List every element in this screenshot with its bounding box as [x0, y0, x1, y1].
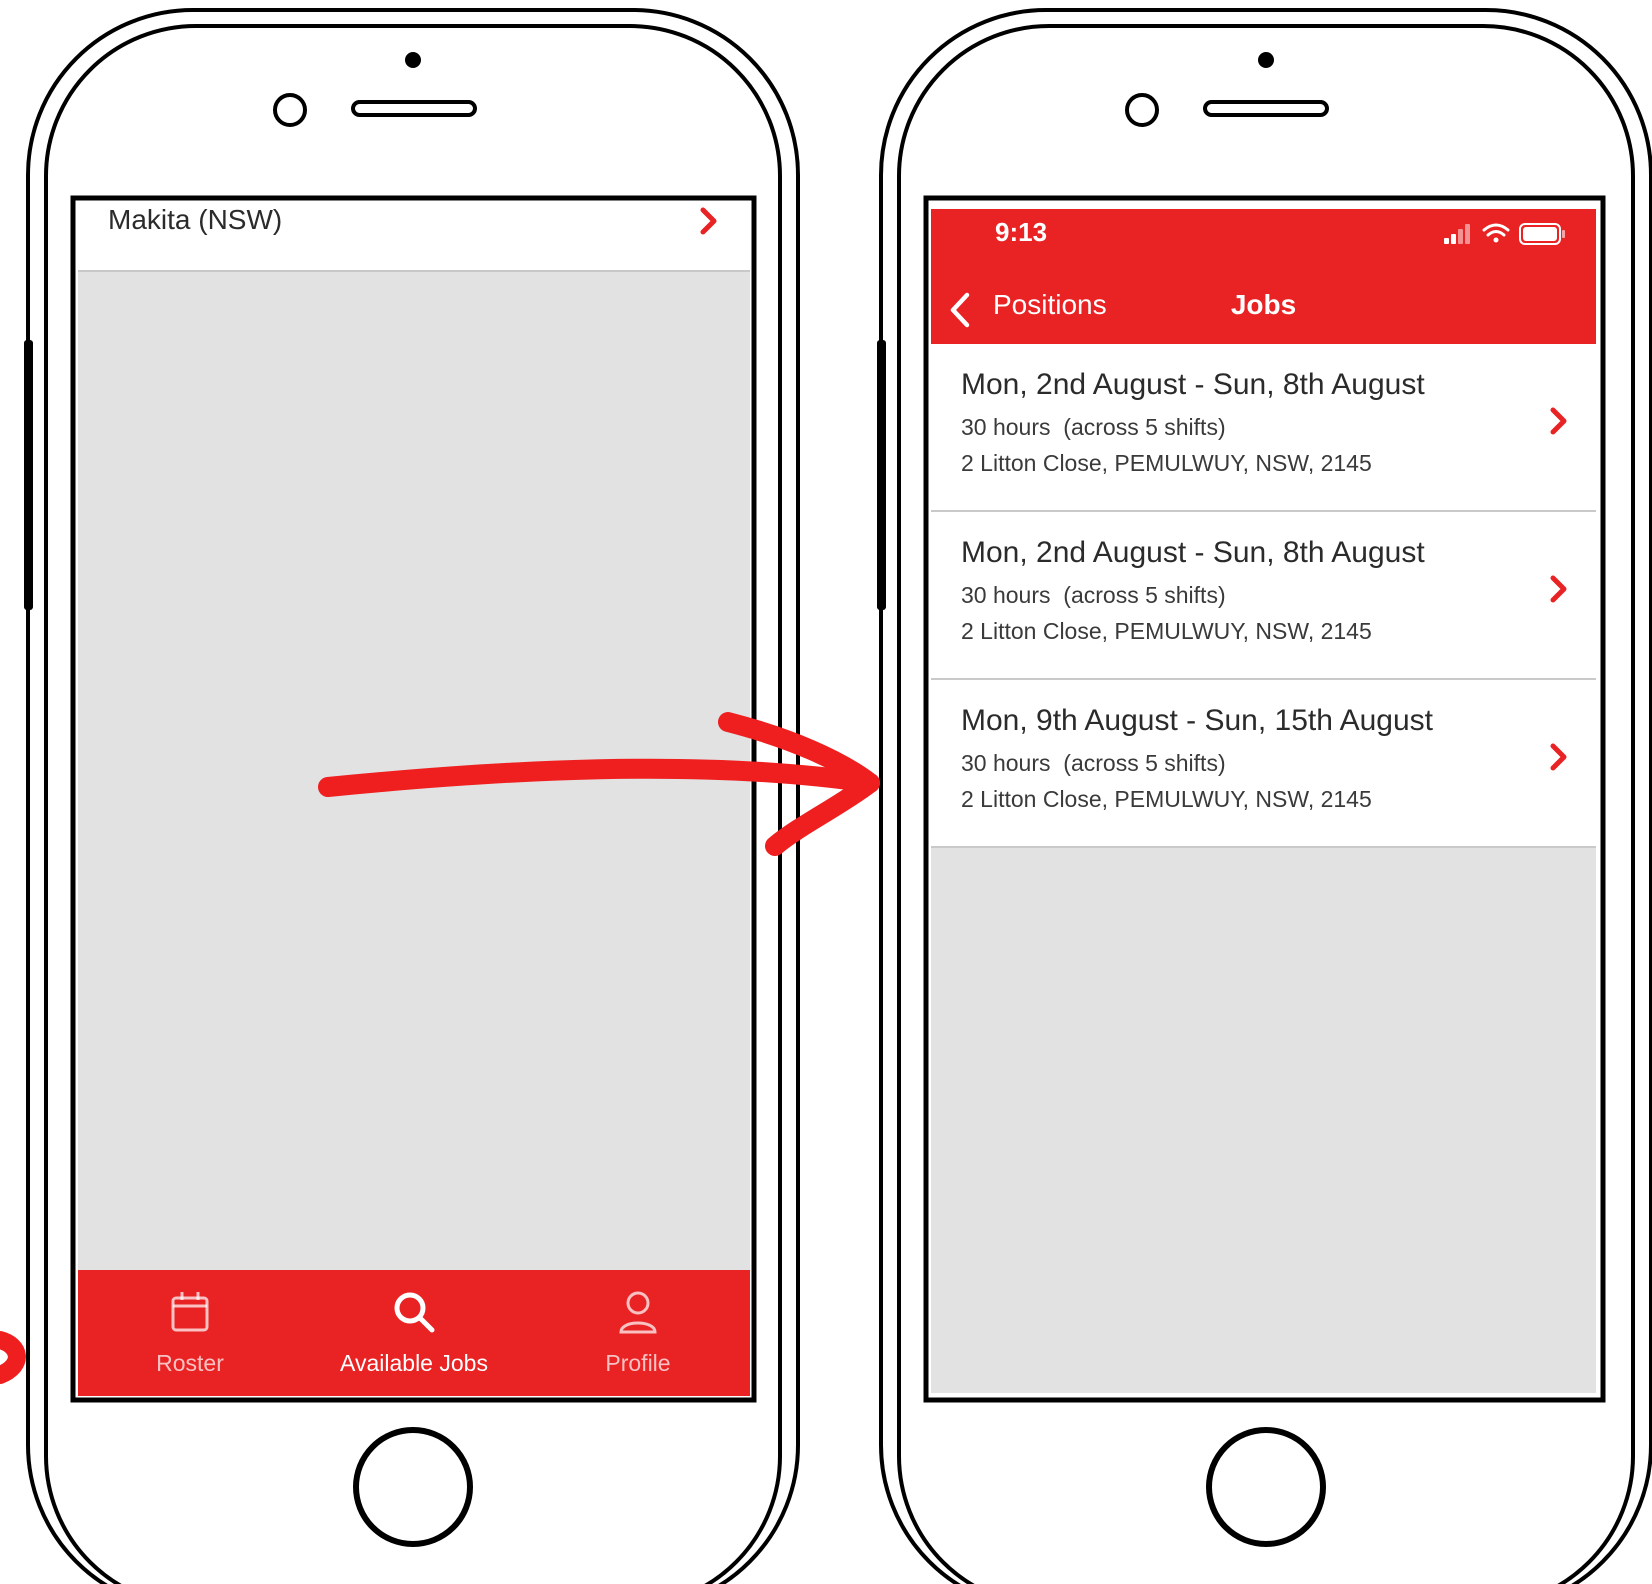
annotation-arrow [0, 712, 880, 1384]
